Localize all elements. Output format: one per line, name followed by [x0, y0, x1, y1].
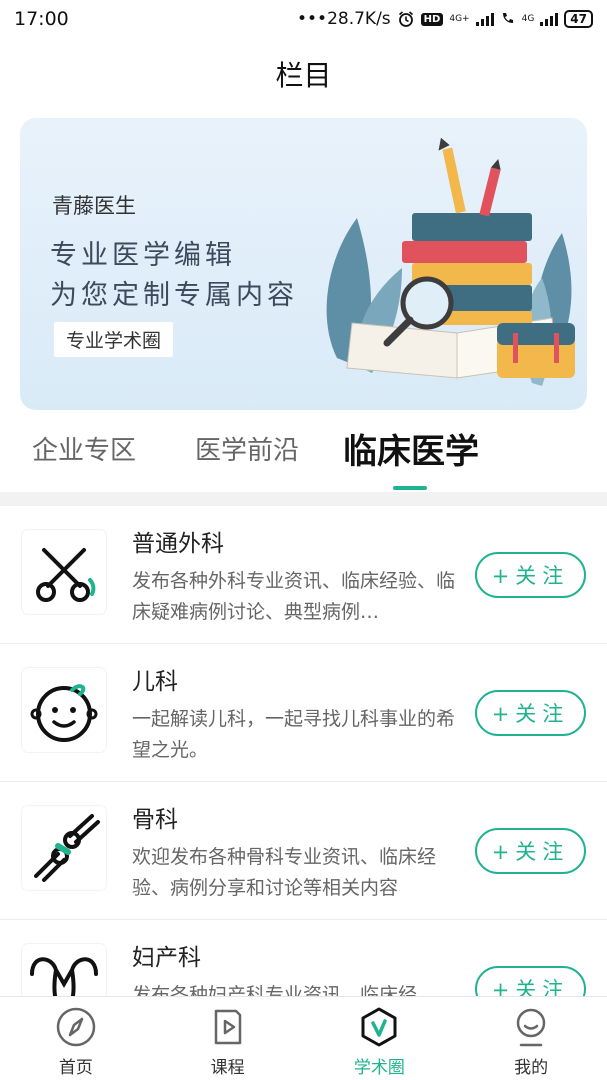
alarm-icon	[398, 11, 413, 27]
nav-courses[interactable]: 课程	[152, 997, 304, 1080]
nav-label-courses: 课程	[210, 1058, 245, 1078]
baby-face-icon	[30, 684, 98, 742]
nav-label-home: 首页	[58, 1058, 93, 1078]
books-illustration-icon	[326, 137, 575, 386]
signal-bars-icon	[475, 12, 494, 26]
nav-home[interactable]: 首页	[0, 997, 152, 1080]
item-title: 儿科	[132, 669, 178, 695]
nav-label-academic: 学术圈	[353, 1058, 405, 1078]
battery-level: 47	[564, 10, 593, 28]
tab-enterprise[interactable]: 企业专区	[32, 430, 136, 467]
scissors-icon	[36, 548, 96, 602]
item-description: 一起解读儿科，一起寻找儿科事业的希望之光。	[132, 708, 456, 761]
section-divider	[0, 492, 607, 506]
banner-headline-1: 专业医学编辑	[50, 240, 236, 271]
item-title: 妇产科	[132, 945, 201, 971]
tab-clinical-medicine[interactable]: 临床医学	[343, 424, 479, 473]
banner-tag: 专业学术圈	[54, 322, 174, 357]
nav-label-profile: 我的	[514, 1058, 549, 1078]
signal-label-2: 4G	[521, 13, 535, 24]
banner-headline-2: 为您定制专属内容	[50, 280, 298, 311]
item-title: 普通外科	[132, 531, 224, 557]
follow-button[interactable]: +关注	[475, 690, 586, 736]
column-list: 普通外科 发布各种外科专业资讯、临床经验、临床疑难病例讨论、典型病例… +关注 …	[0, 506, 607, 996]
hd-badge: HD	[420, 12, 444, 26]
item-description: 欢迎发布各种骨科专业资讯、临床经验、病例分享和讨论等相关内容	[132, 846, 437, 899]
list-item[interactable]: 普通外科 发布各种外科专业资讯、临床经验、临床疑难病例讨论、典型病例… +关注	[0, 506, 607, 644]
signal-bars-2-icon	[540, 12, 559, 26]
status-bar: 17:00 •••28.7K/s HD 4G+ 4G 47	[0, 0, 607, 38]
profile-icon	[516, 1008, 546, 1047]
uterus-icon	[30, 957, 98, 996]
item-icon-box	[22, 530, 106, 614]
promo-banner[interactable]: 青藤医生 专业医学编辑 为您定制专属内容 专业学术圈	[20, 118, 587, 410]
status-indicators: •••28.7K/s HD 4G+ 4G 47	[297, 9, 593, 29]
nav-academic-circle[interactable]: 学术圈	[304, 997, 456, 1080]
item-icon-box	[22, 944, 106, 996]
bone-joint-icon	[34, 814, 100, 882]
banner-brand: 青藤医生	[52, 194, 136, 218]
compass-icon	[56, 1007, 96, 1047]
nav-profile[interactable]: 我的	[455, 997, 607, 1080]
bottom-navigation: 首页 课程 学术圈 我的	[0, 996, 607, 1080]
category-tabs: 企业专区 医学前沿 临床医学	[0, 420, 607, 492]
status-time: 17:00	[14, 8, 69, 30]
item-icon-box	[22, 806, 106, 890]
item-description: 发布各种外科专业资讯、临床经验、临床疑难病例讨论、典型病例…	[132, 570, 456, 623]
page-title: 栏目	[275, 59, 332, 92]
academic-circle-icon	[361, 1007, 397, 1047]
follow-button[interactable]: +关注	[475, 966, 586, 996]
network-speed: •••28.7K/s	[297, 9, 391, 29]
item-icon-box	[22, 668, 106, 752]
list-item[interactable]: 儿科 一起解读儿科，一起寻找儿科事业的希望之光。 +关注	[0, 644, 607, 782]
item-description: 发布各种妇产科专业资讯、临床经	[132, 984, 418, 996]
follow-button[interactable]: +关注	[475, 552, 586, 598]
item-title: 骨科	[132, 807, 178, 833]
course-play-icon	[214, 1009, 241, 1045]
active-tab-indicator	[393, 486, 427, 490]
signal-label-1: 4G+	[449, 13, 470, 24]
list-item[interactable]: 骨科 欢迎发布各种骨科专业资讯、临床经验、病例分享和讨论等相关内容 +关注	[0, 782, 607, 920]
list-item[interactable]: 妇产科 发布各种妇产科专业资讯、临床经 +关注	[0, 920, 607, 996]
follow-button[interactable]: +关注	[475, 828, 586, 874]
phone-call-icon	[502, 13, 513, 23]
tab-medical-frontier[interactable]: 医学前沿	[195, 430, 299, 467]
